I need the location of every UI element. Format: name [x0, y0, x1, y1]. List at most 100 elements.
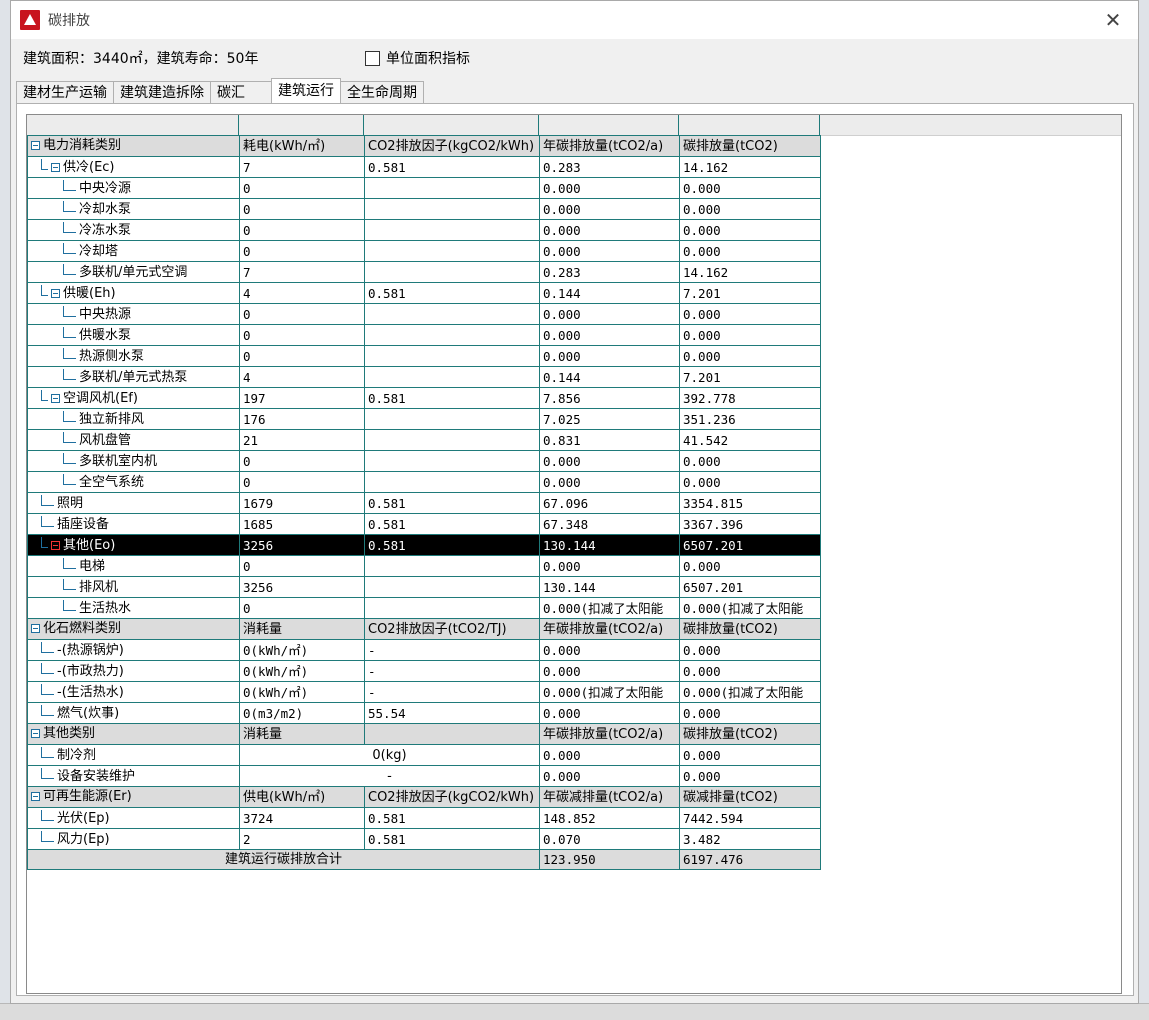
table-row[interactable]: -(市政热力) 0(kWh/㎡) - 0.000 0.000 [27, 660, 821, 682]
tree-cell[interactable]: 冷却水泵 [27, 198, 240, 220]
tab-carbon-sink[interactable]: 碳汇 [210, 81, 272, 103]
table-row[interactable]: 供暖(Eh) 4 0.581 0.144 7.201 [27, 282, 821, 304]
tree-cell[interactable]: 其他类别 [27, 723, 240, 745]
tree-cell[interactable]: 电梯 [27, 555, 240, 577]
tab-life-cycle[interactable]: 全生命周期 [340, 81, 424, 103]
tree-cell[interactable]: 独立新排风 [27, 408, 240, 430]
cell-text: 年碳减排量(tCO2/a) [543, 789, 664, 805]
tree-cell[interactable]: -(生活热水) [27, 681, 240, 703]
table-row[interactable]: 冷冻水泵 0 0.000 0.000 [27, 219, 821, 241]
tree-cell[interactable]: 其他(Eo) [27, 534, 240, 556]
collapse-icon[interactable] [51, 163, 60, 172]
table-cell: 14.162 [679, 156, 821, 178]
tree-branch-icon [63, 327, 76, 338]
tree-cell[interactable]: -(热源锅炉) [27, 639, 240, 661]
close-button[interactable]: ✕ [1102, 9, 1124, 31]
table-section-row[interactable]: 其他类别 消耗量 年碳排放量(tCO2/a) 碳排放量(tCO2) [27, 723, 821, 745]
table-row[interactable]: 空调风机(Ef) 197 0.581 7.856 392.778 [27, 387, 821, 409]
title-bar[interactable]: 碳排放 ✕ [11, 1, 1138, 39]
checkbox-box[interactable] [365, 50, 380, 66]
table-row[interactable]: 插座设备 1685 0.581 67.348 3367.396 [27, 513, 821, 535]
tree-label: 其他类别 [43, 726, 96, 741]
tree-cell[interactable]: 供冷(Ec) [27, 156, 240, 178]
collapse-icon[interactable] [51, 541, 60, 550]
table-row[interactable]: 风力(Ep) 2 0.581 0.070 3.482 [27, 828, 821, 850]
table-row[interactable]: 光伏(Ep) 3724 0.581 148.852 7442.594 [27, 807, 821, 829]
tree-label: 风力(Ep) [57, 832, 110, 847]
table-row[interactable]: 照明 1679 0.581 67.096 3354.815 [27, 492, 821, 514]
cell-text: 0 [243, 222, 251, 238]
collapse-icon[interactable] [31, 141, 40, 150]
table-row[interactable]: -(生活热水) 0(kWh/㎡) - 0.000(扣减了太阳能 0.000(扣减了太阳能 [27, 681, 821, 703]
table-row[interactable]: 风机盘管 21 0.831 41.542 [27, 429, 821, 451]
table-row[interactable]: -(热源锅炉) 0(kWh/㎡) - 0.000 0.000 [27, 639, 821, 661]
table-row[interactable]: 中央冷源 0 0.000 0.000 [27, 177, 821, 199]
tree-branch-icon [63, 180, 76, 191]
tree-cell[interactable]: 中央冷源 [27, 177, 240, 199]
tree-cell[interactable]: 中央热源 [27, 303, 240, 325]
tree-cell[interactable]: -(市政热力) [27, 660, 240, 682]
tree-cell[interactable]: 多联机室内机 [27, 450, 240, 472]
tab-building-operation[interactable]: 建筑运行 [271, 78, 341, 103]
unit-area-checkbox[interactable]: 单位面积指标 [365, 48, 470, 68]
table-row[interactable]: 供暖水泵 0 0.000 0.000 [27, 324, 821, 346]
tree-cell[interactable]: 排风机 [27, 576, 240, 598]
tree-cell[interactable]: 供暖水泵 [27, 324, 240, 346]
table-row[interactable]: 其他(Eo) 3256 0.581 130.144 6507.201 [27, 534, 821, 556]
table-cell: 7 [239, 261, 365, 283]
table-cell: 6197.476 [679, 849, 821, 870]
table-row[interactable]: 制冷剂 0(kg) 0.000 0.000 [27, 744, 821, 766]
table-row[interactable]: 多联机/单元式热泵 4 0.144 7.201 [27, 366, 821, 388]
table-row[interactable]: 生活热水 0 0.000(扣减了太阳能 0.000(扣减了太阳能 [27, 597, 821, 619]
table-row[interactable]: 多联机/单元式空调 7 0.283 14.162 [27, 261, 821, 283]
tree-cell[interactable]: 可再生能源(Er) [27, 786, 240, 808]
table-row[interactable]: 多联机室内机 0 0.000 0.000 [27, 450, 821, 472]
tree-cell[interactable]: 热源侧水泵 [27, 345, 240, 367]
tree-cell[interactable]: 冷却塔 [27, 240, 240, 262]
cell-text: 0.000 [683, 474, 721, 490]
tree-cell[interactable]: 多联机/单元式空调 [27, 261, 240, 283]
collapse-icon[interactable] [31, 729, 40, 738]
tree-cell[interactable]: 照明 [27, 492, 240, 514]
table-cell: 351.236 [679, 408, 821, 430]
tree-cell[interactable]: 风机盘管 [27, 429, 240, 451]
tree-label: 独立新排风 [79, 412, 145, 427]
table-section-row[interactable]: 可再生能源(Er) 供电(kWh/㎡) CO2排放因子(kgCO2/kWh) 年碳减排… [27, 786, 821, 808]
table-cell: 1679 [239, 492, 365, 514]
table-section-row[interactable]: 化石燃料类别 消耗量 CO2排放因子(tCO2/TJ) 年碳排放量(tCO2/a) 碳排… [27, 618, 821, 640]
tree-cell[interactable]: 空调风机(Ef) [27, 387, 240, 409]
table-row[interactable]: 冷却塔 0 0.000 0.000 [27, 240, 821, 262]
table-row[interactable]: 燃气(炊事) 0(m3/m2) 55.54 0.000 0.000 [27, 702, 821, 724]
tree-cell[interactable]: 风力(Ep) [27, 828, 240, 850]
tree-cell[interactable]: 设备安装维护 [27, 765, 240, 787]
table-row[interactable]: 全空气系统 0 0.000 0.000 [27, 471, 821, 493]
collapse-icon[interactable] [31, 792, 40, 801]
table-row[interactable]: 热源侧水泵 0 0.000 0.000 [27, 345, 821, 367]
tree-cell[interactable]: 电力消耗类别 [27, 135, 240, 157]
tree-node: 燃气(炊事) [31, 704, 119, 723]
collapse-icon[interactable] [31, 624, 40, 633]
table-row[interactable]: 电梯 0 0.000 0.000 [27, 555, 821, 577]
tree-cell[interactable]: 化石燃料类别 [27, 618, 240, 640]
table-row[interactable]: 排风机 3256 130.144 6507.201 [27, 576, 821, 598]
table-total-row[interactable]: 建筑运行碳排放合计 123.950 6197.476 [27, 849, 821, 870]
tree-cell[interactable]: 多联机/单元式热泵 [27, 366, 240, 388]
table-row[interactable]: 独立新排风 176 7.025 351.236 [27, 408, 821, 430]
table-row[interactable]: 中央热源 0 0.000 0.000 [27, 303, 821, 325]
tab-construction-demolition[interactable]: 建筑建造拆除 [113, 81, 211, 103]
table-section-row[interactable]: 电力消耗类别 耗电(kWh/㎡) CO2排放因子(kgCO2/kWh) 年碳排放量(t… [27, 135, 821, 157]
tree-cell[interactable]: 光伏(Ep) [27, 807, 240, 829]
collapse-icon[interactable] [51, 289, 60, 298]
tree-cell[interactable]: 插座设备 [27, 513, 240, 535]
table-row[interactable]: 设备安装维护 - 0.000 0.000 [27, 765, 821, 787]
tree-cell[interactable]: 冷冻水泵 [27, 219, 240, 241]
tab-material-production[interactable]: 建材生产运输 [16, 81, 114, 103]
table-row[interactable]: 冷却水泵 0 0.000 0.000 [27, 198, 821, 220]
tree-cell[interactable]: 供暖(Eh) [27, 282, 240, 304]
tree-cell[interactable]: 全空气系统 [27, 471, 240, 493]
collapse-icon[interactable] [51, 394, 60, 403]
tree-cell[interactable]: 燃气(炊事) [27, 702, 240, 724]
tree-cell[interactable]: 生活热水 [27, 597, 240, 619]
tree-cell[interactable]: 制冷剂 [27, 744, 240, 766]
table-row[interactable]: 供冷(Ec) 7 0.581 0.283 14.162 [27, 156, 821, 178]
